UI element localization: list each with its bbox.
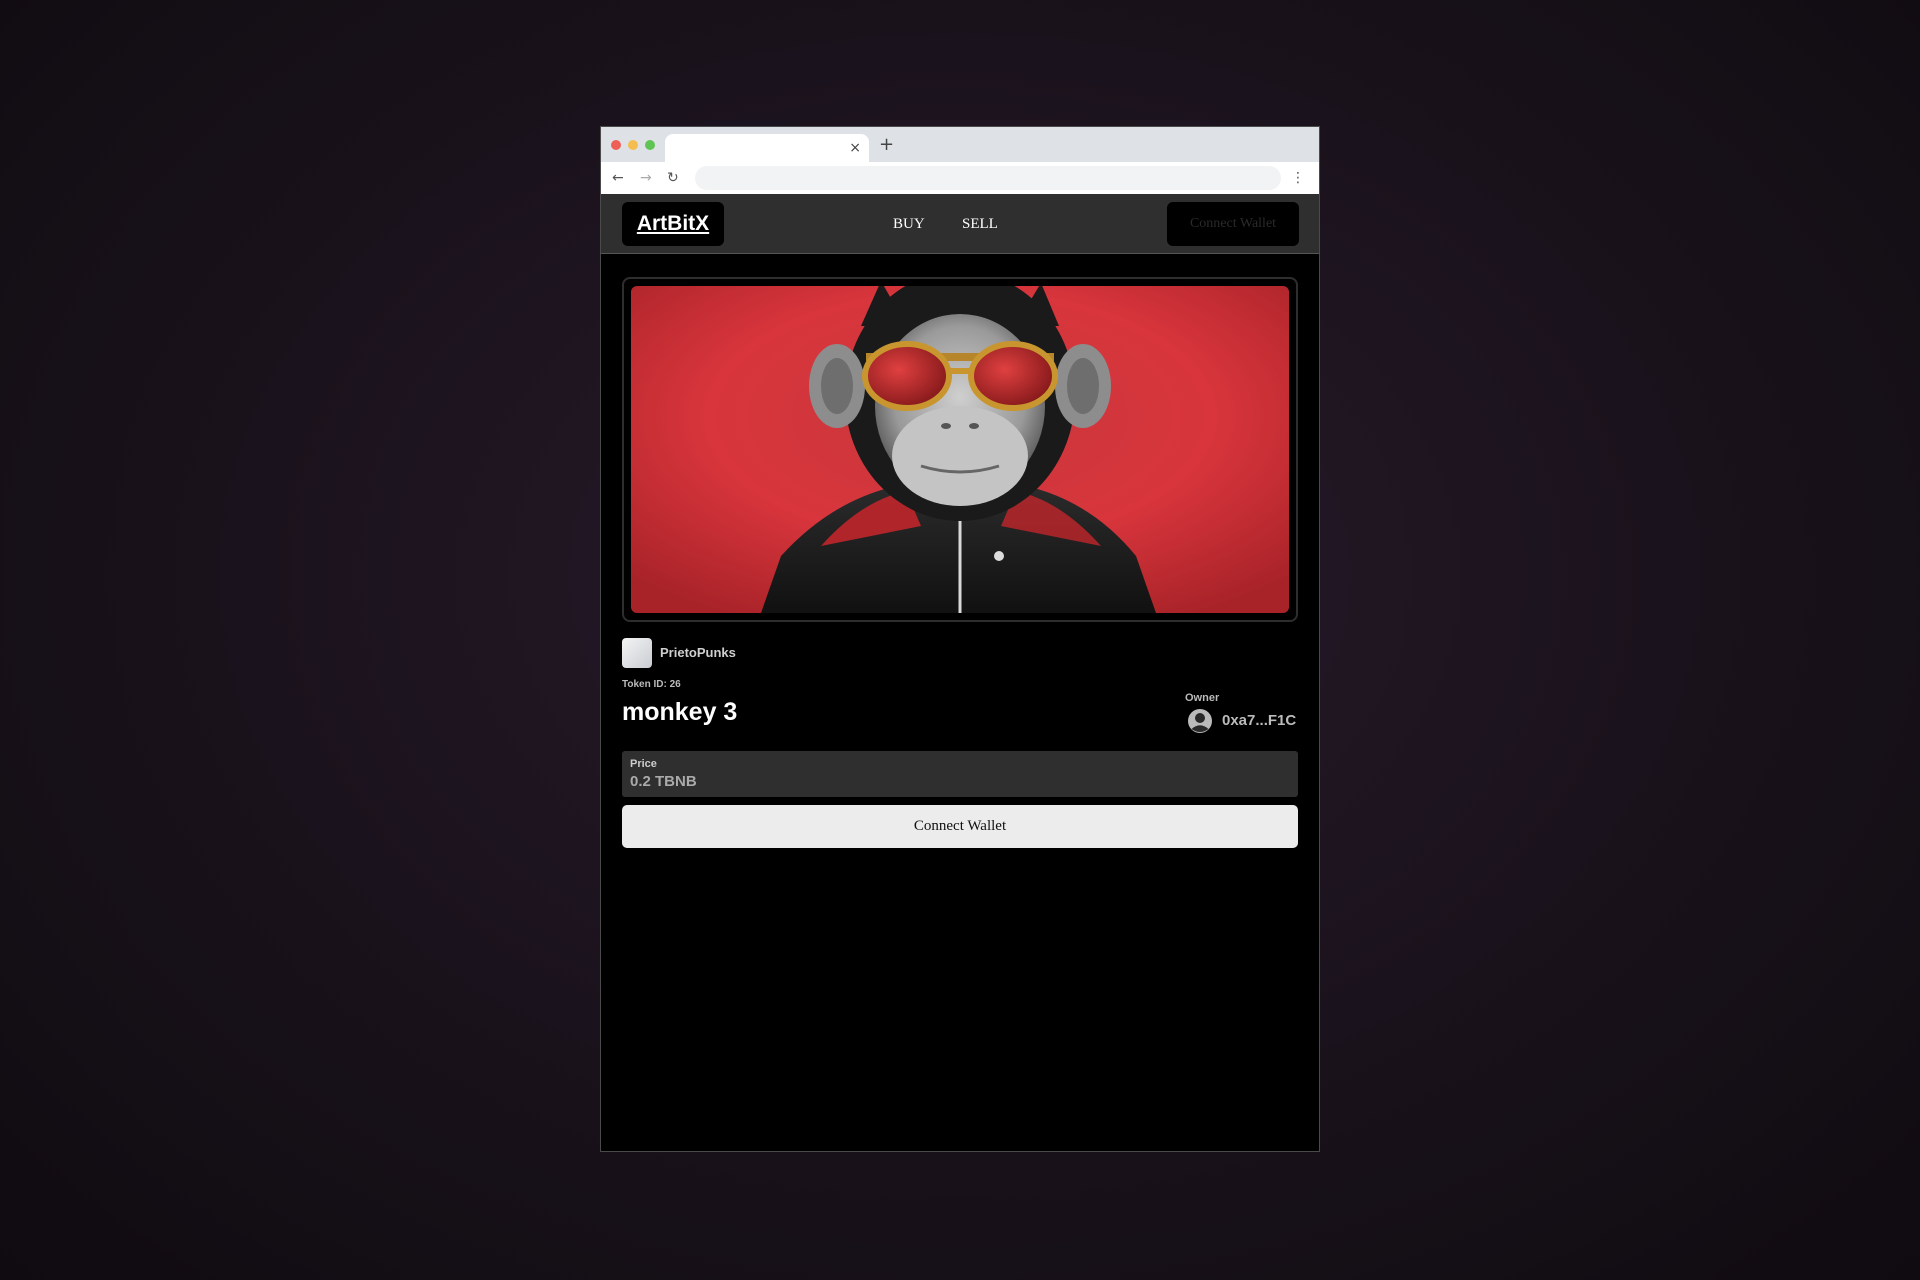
back-arrow-icon[interactable]: ← (612, 168, 624, 188)
address-bar[interactable] (695, 166, 1281, 190)
collection-name[interactable]: PrietoPunks (660, 645, 736, 660)
browser-window: × + ← → ↻ ⋮ ArtBitX BUY SELL Connect Wal… (600, 126, 1320, 1152)
site-header: ArtBitX BUY SELL Connect Wallet (601, 194, 1319, 254)
maximize-window-button[interactable] (645, 140, 655, 150)
browser-menu-icon[interactable]: ⋮ (1291, 168, 1305, 188)
owner-address[interactable]: 0xa7...F1C (1222, 712, 1296, 729)
browser-tabstrip: × + (601, 127, 1319, 162)
nft-image-frame (622, 277, 1298, 622)
nft-title: monkey 3 (622, 698, 738, 726)
close-tab-icon[interactable]: × (849, 139, 861, 157)
nft-image (631, 286, 1289, 613)
monkey-artwork (631, 286, 1289, 613)
nav-buy-link[interactable]: BUY (893, 214, 925, 234)
minimize-window-button[interactable] (628, 140, 638, 150)
browser-tab[interactable]: × (665, 134, 869, 162)
reload-icon[interactable]: ↻ (667, 168, 679, 188)
artbitx-logo[interactable]: ArtBitX (622, 202, 724, 246)
close-window-button[interactable] (611, 140, 621, 150)
new-tab-icon[interactable]: + (879, 134, 894, 156)
browser-toolbar: ← → ↻ ⋮ (601, 162, 1319, 194)
price-label: Price (630, 758, 657, 770)
header-connect-wallet-button[interactable]: Connect Wallet (1167, 202, 1299, 246)
collection-avatar (622, 638, 652, 668)
user-avatar-icon (1188, 709, 1212, 733)
owner-label: Owner (1185, 692, 1220, 704)
price-value: 0.2 TBNB (630, 773, 697, 790)
forward-arrow-icon[interactable]: → (640, 168, 652, 188)
connect-wallet-button[interactable]: Connect Wallet (622, 805, 1298, 848)
token-id: Token ID: 26 (622, 679, 681, 690)
nav-sell-link[interactable]: SELL (962, 214, 998, 234)
price-panel: Price 0.2 TBNB (622, 751, 1298, 797)
